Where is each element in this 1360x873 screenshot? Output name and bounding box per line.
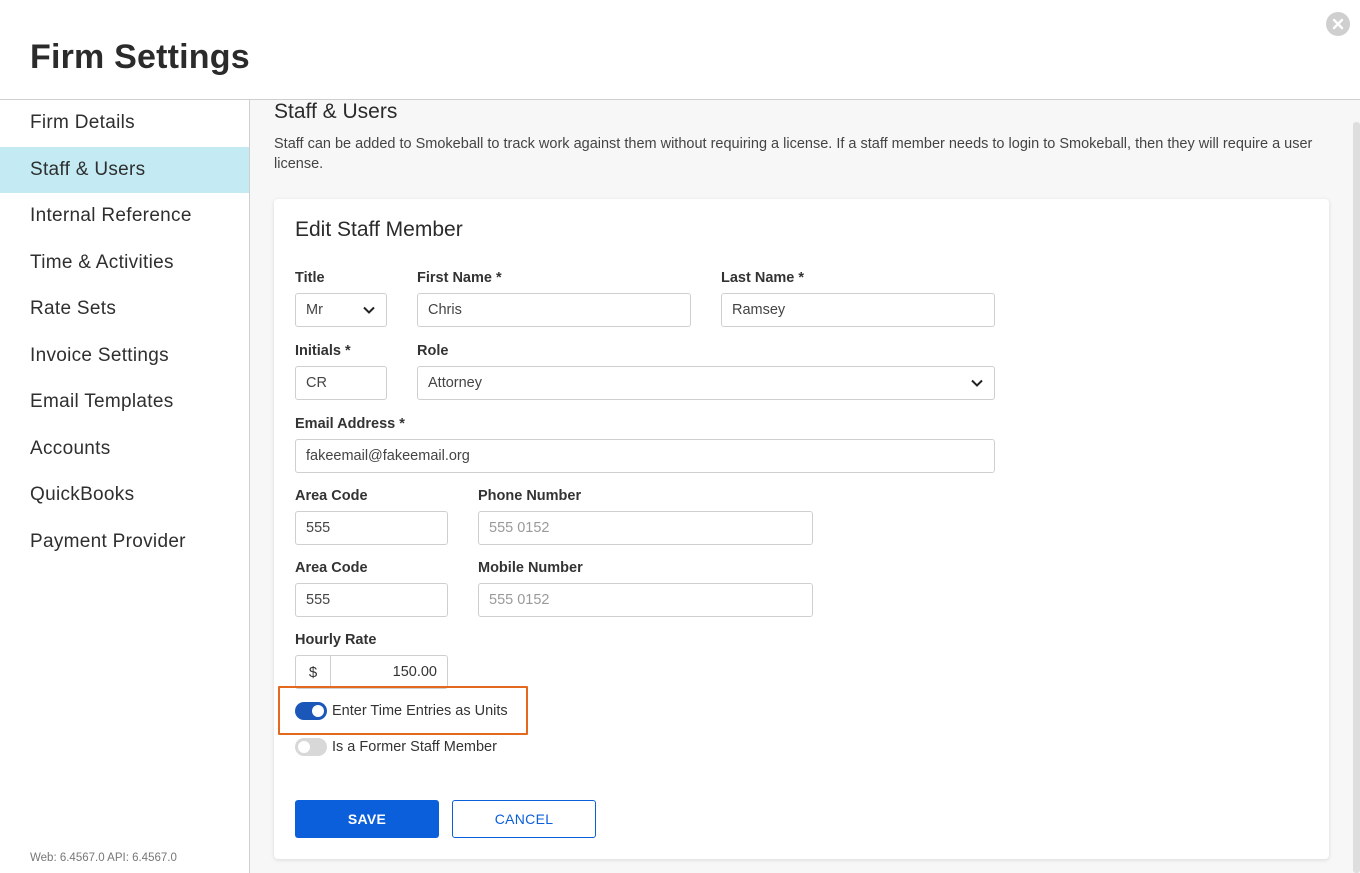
last-name-label: Last Name * bbox=[721, 270, 805, 286]
sidebar-item-payment-provider[interactable]: Payment Provider bbox=[0, 519, 249, 566]
sidebar-item-accounts[interactable]: Accounts bbox=[0, 426, 249, 473]
first-name-field[interactable]: Chris bbox=[417, 293, 691, 327]
hourly-rate-field[interactable]: 150.00 bbox=[330, 655, 448, 689]
phone-number-label: Phone Number bbox=[478, 488, 582, 504]
initials-field[interactable]: CR bbox=[295, 366, 387, 400]
role-select-value: Attorney bbox=[428, 375, 482, 391]
former-staff-toggle-label: Is a Former Staff Member bbox=[332, 739, 497, 755]
close-icon bbox=[1332, 18, 1344, 30]
initials-label: Initials * bbox=[295, 343, 351, 359]
sidebar: Firm Details Staff & Users Internal Refe… bbox=[0, 100, 250, 873]
role-select[interactable]: Attorney bbox=[417, 366, 995, 400]
edit-staff-card: Edit Staff Member Title Mr First Name * … bbox=[274, 199, 1329, 859]
sidebar-item-email-templates[interactable]: Email Templates bbox=[0, 379, 249, 426]
email-label: Email Address * bbox=[295, 416, 405, 432]
mobile-number-label: Mobile Number bbox=[478, 560, 583, 576]
sidebar-item-firm-details[interactable]: Firm Details bbox=[0, 100, 249, 147]
sidebar-item-internal-reference[interactable]: Internal Reference bbox=[0, 193, 249, 240]
chevron-down-icon bbox=[363, 306, 375, 314]
card-title: Edit Staff Member bbox=[295, 218, 463, 241]
section-title: Staff & Users bbox=[274, 100, 398, 123]
mobile-area-code-field[interactable]: 555 bbox=[295, 583, 448, 617]
role-label: Role bbox=[417, 343, 449, 359]
toggle-knob bbox=[298, 741, 310, 753]
title-select[interactable]: Mr bbox=[295, 293, 387, 327]
last-name-field[interactable]: Ramsey bbox=[721, 293, 995, 327]
sidebar-item-quickbooks[interactable]: QuickBooks bbox=[0, 472, 249, 519]
former-toggle-row: Is a Former Staff Member bbox=[295, 738, 497, 756]
former-staff-toggle[interactable] bbox=[295, 738, 327, 756]
sidebar-item-rate-sets[interactable]: Rate Sets bbox=[0, 286, 249, 333]
save-button[interactable]: SAVE bbox=[295, 800, 439, 838]
scrollbar[interactable] bbox=[1353, 122, 1360, 873]
email-field[interactable]: fakeemail@fakeemail.org bbox=[295, 439, 995, 473]
close-button[interactable] bbox=[1326, 12, 1350, 36]
main-content: Staff & Users Staff can be added to Smok… bbox=[250, 100, 1360, 873]
currency-symbol: $ bbox=[295, 655, 330, 689]
phone-number-field[interactable]: 555 0152 bbox=[478, 511, 813, 545]
page-title: Firm Settings bbox=[30, 38, 250, 76]
sidebar-item-time-activities[interactable]: Time & Activities bbox=[0, 240, 249, 287]
page-header: Firm Settings bbox=[0, 0, 1360, 100]
title-label: Title bbox=[295, 270, 325, 286]
phone-area-code-field[interactable]: 555 bbox=[295, 511, 448, 545]
title-select-value: Mr bbox=[306, 302, 323, 318]
mobile-area-code-label: Area Code bbox=[295, 560, 368, 576]
hourly-rate-label: Hourly Rate bbox=[295, 632, 377, 648]
phone-area-code-label: Area Code bbox=[295, 488, 368, 504]
sidebar-item-staff-users[interactable]: Staff & Users bbox=[0, 146, 249, 193]
highlight-annotation bbox=[278, 686, 528, 735]
version-info: Web: 6.4567.0 API: 6.4567.0 bbox=[30, 852, 177, 864]
section-description: Staff can be added to Smokeball to track… bbox=[274, 136, 1313, 172]
hourly-rate-group: $ 150.00 bbox=[295, 655, 448, 689]
mobile-number-field[interactable]: 555 0152 bbox=[478, 583, 813, 617]
first-name-label: First Name * bbox=[417, 270, 502, 286]
chevron-down-icon bbox=[971, 379, 983, 387]
cancel-button[interactable]: CANCEL bbox=[452, 800, 596, 838]
sidebar-item-invoice-settings[interactable]: Invoice Settings bbox=[0, 333, 249, 380]
